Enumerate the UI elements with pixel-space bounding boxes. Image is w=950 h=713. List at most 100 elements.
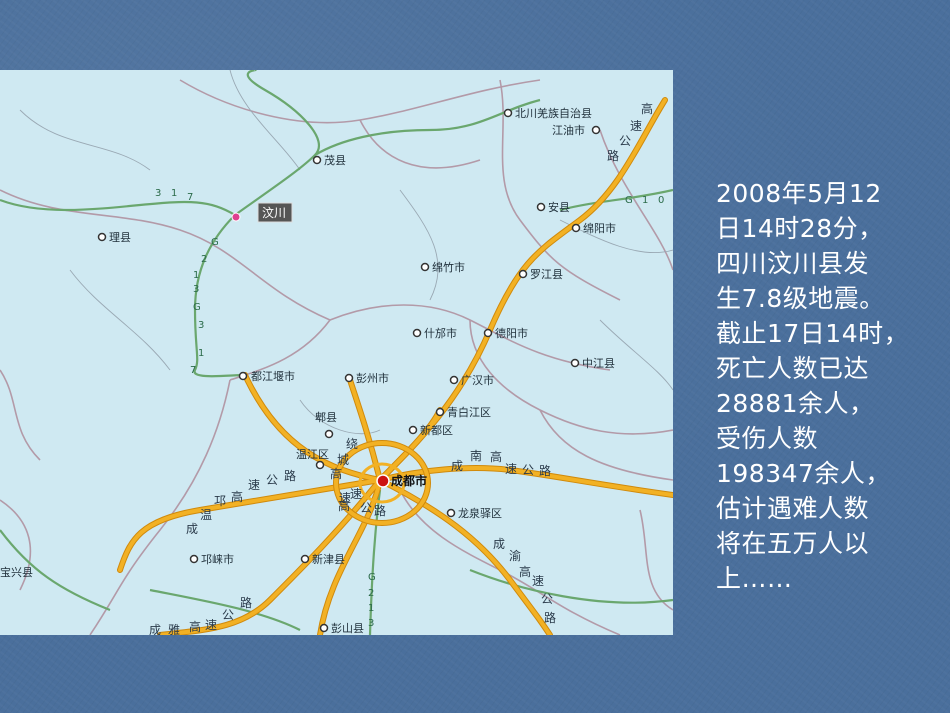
city-label: 北川羌族自治县 [515, 106, 592, 120]
road-code: G [368, 572, 376, 583]
caption-line: 198347余人， [716, 459, 891, 488]
capital-label: 成都市 [391, 473, 427, 488]
city-label: 什邡市 [424, 326, 457, 340]
road-char: 路 [374, 503, 386, 518]
city-qionglai[interactable]: 邛崃市 [189, 552, 235, 566]
road-char: 高 [231, 489, 243, 504]
road-char: 速 [630, 119, 642, 133]
road-char: 速 [205, 618, 217, 632]
city-lixian[interactable]: 理县 [97, 231, 132, 244]
city-xindu[interactable]: 新都区 [408, 423, 454, 437]
city-label: 中江县 [582, 357, 615, 370]
road-char: 公 [222, 608, 234, 622]
city-label: 江油市 [552, 123, 585, 137]
caption-line: 上…… [716, 564, 793, 593]
city-label: 德阳市 [495, 326, 528, 340]
road-char: 邛 [214, 494, 226, 508]
map-canvas: 北川羌族自治县 江油市 茂县 安县 绵阳市 理县 绵竹市 罗江县 什邡市 德阳市… [0, 70, 673, 635]
epicenter-wenchuan[interactable]: 汶川 [231, 202, 293, 223]
city-label: 彭山县 [331, 621, 364, 635]
road-char: 公 [360, 501, 372, 515]
road-code: 1 [171, 188, 177, 199]
city-maoxian[interactable]: 茂县 [312, 153, 347, 167]
road-char: 路 [544, 610, 556, 625]
road-code: 1 [642, 195, 648, 206]
road-char: 成 [493, 537, 505, 551]
road-char: 南 [470, 448, 482, 463]
caption-line: 四川汶川县发 [716, 249, 870, 278]
road-char: 速 [532, 574, 544, 588]
road-code: 3 [198, 320, 204, 331]
caption-line: 截止17日14时， [716, 319, 910, 348]
city-label: 新津县 [312, 552, 345, 566]
road-char: 公 [619, 134, 631, 148]
epicenter-label: 汶川 [262, 205, 286, 220]
city-label: 龙泉驿区 [458, 506, 502, 520]
road-char: 高 [330, 466, 342, 481]
road-code: 0 [658, 195, 664, 206]
city-pixian[interactable]: 郫县 [315, 410, 337, 439]
caption-line: 日14时28分， [716, 214, 884, 243]
road-char: 温 [200, 508, 212, 522]
city-anxian[interactable]: 安县 [536, 200, 571, 214]
city-beichuan[interactable]: 北川羌族自治县 [503, 106, 593, 120]
city-baoxing[interactable]: 宝兴县 [0, 565, 33, 579]
caption-line: 28881余人， [716, 389, 875, 418]
road-code: 3 [155, 188, 161, 199]
city-longquanyi[interactable]: 龙泉驿区 [446, 506, 503, 520]
city-label: 绵竹市 [432, 260, 465, 274]
road-char: 速 [505, 462, 517, 476]
road-char: 成 [186, 522, 198, 536]
city-label: 新都区 [420, 423, 453, 437]
city-jiangyou[interactable]: 江油市 [552, 123, 601, 137]
road-char: 路 [284, 468, 296, 483]
city-label: 茂县 [324, 153, 346, 167]
earthquake-region-map[interactable]: 北川羌族自治县 江油市 茂县 安县 绵阳市 理县 绵竹市 罗江县 什邡市 德阳市… [0, 70, 673, 635]
road-char: 公 [522, 463, 534, 477]
road-char: 路 [607, 148, 619, 163]
city-zhongjiang[interactable]: 中江县 [570, 357, 616, 370]
city-label: 宝兴县 [0, 565, 33, 579]
road-code: 7 [187, 192, 193, 203]
city-label: 理县 [109, 231, 131, 244]
road-code: 7 [190, 365, 196, 376]
road-code: G [211, 237, 219, 248]
caption-line: 估计遇难人数 [716, 494, 870, 523]
road-char: 成 [451, 459, 463, 473]
city-label: 邛崃市 [201, 552, 234, 566]
caption-line: 死亡人数已达 [716, 354, 870, 383]
caption-line: 受伤人数 [716, 424, 819, 453]
city-label: 郫县 [315, 410, 337, 424]
caption-line: 生7.8级地震。 [716, 284, 885, 313]
road-char: 公 [541, 592, 553, 606]
city-guanghan[interactable]: 广汉市 [449, 373, 495, 387]
city-label: 都江堰市 [251, 369, 295, 383]
road-char: 高 [189, 619, 201, 634]
city-mianzhu[interactable]: 绵竹市 [420, 260, 466, 274]
city-label: 彭州市 [356, 371, 389, 385]
city-label: 安县 [548, 200, 570, 214]
caption-line: 2008年5月12 [716, 179, 882, 208]
road-char: 速 [248, 478, 260, 492]
city-label: 绵阳市 [583, 221, 616, 235]
city-label: 青白江区 [447, 405, 491, 419]
road-char: 路 [240, 595, 252, 610]
road-char: 速 [350, 487, 362, 501]
road-char: 速 [339, 491, 351, 505]
city-wenjiang[interactable]: 温江区 [296, 448, 329, 470]
city-markers: 北川羌族自治县 江油市 茂县 安县 绵阳市 理县 绵竹市 罗江县 什邡市 德阳市… [0, 106, 616, 635]
road-code: 3 [193, 284, 199, 295]
city-label: 广汉市 [461, 373, 494, 387]
city-shifang[interactable]: 什邡市 [412, 326, 458, 340]
epicenter-marker-icon [231, 212, 241, 222]
road-char: 高 [490, 449, 502, 464]
road-code: 2 [368, 588, 374, 599]
road-code: G [193, 302, 201, 313]
caption-line: 将在五万人以 [716, 529, 870, 558]
road-char: 高 [641, 101, 653, 116]
city-chengdu[interactable]: 成都市 [376, 473, 427, 488]
city-label: 温江区 [296, 448, 329, 461]
city-pengshan[interactable]: 彭山县 [319, 621, 365, 635]
earthquake-caption: 2008年5月12 日14时28分， 四川汶川县发 生7.8级地震。 截止17日… [716, 176, 941, 596]
road-char: 雅 [168, 622, 180, 635]
